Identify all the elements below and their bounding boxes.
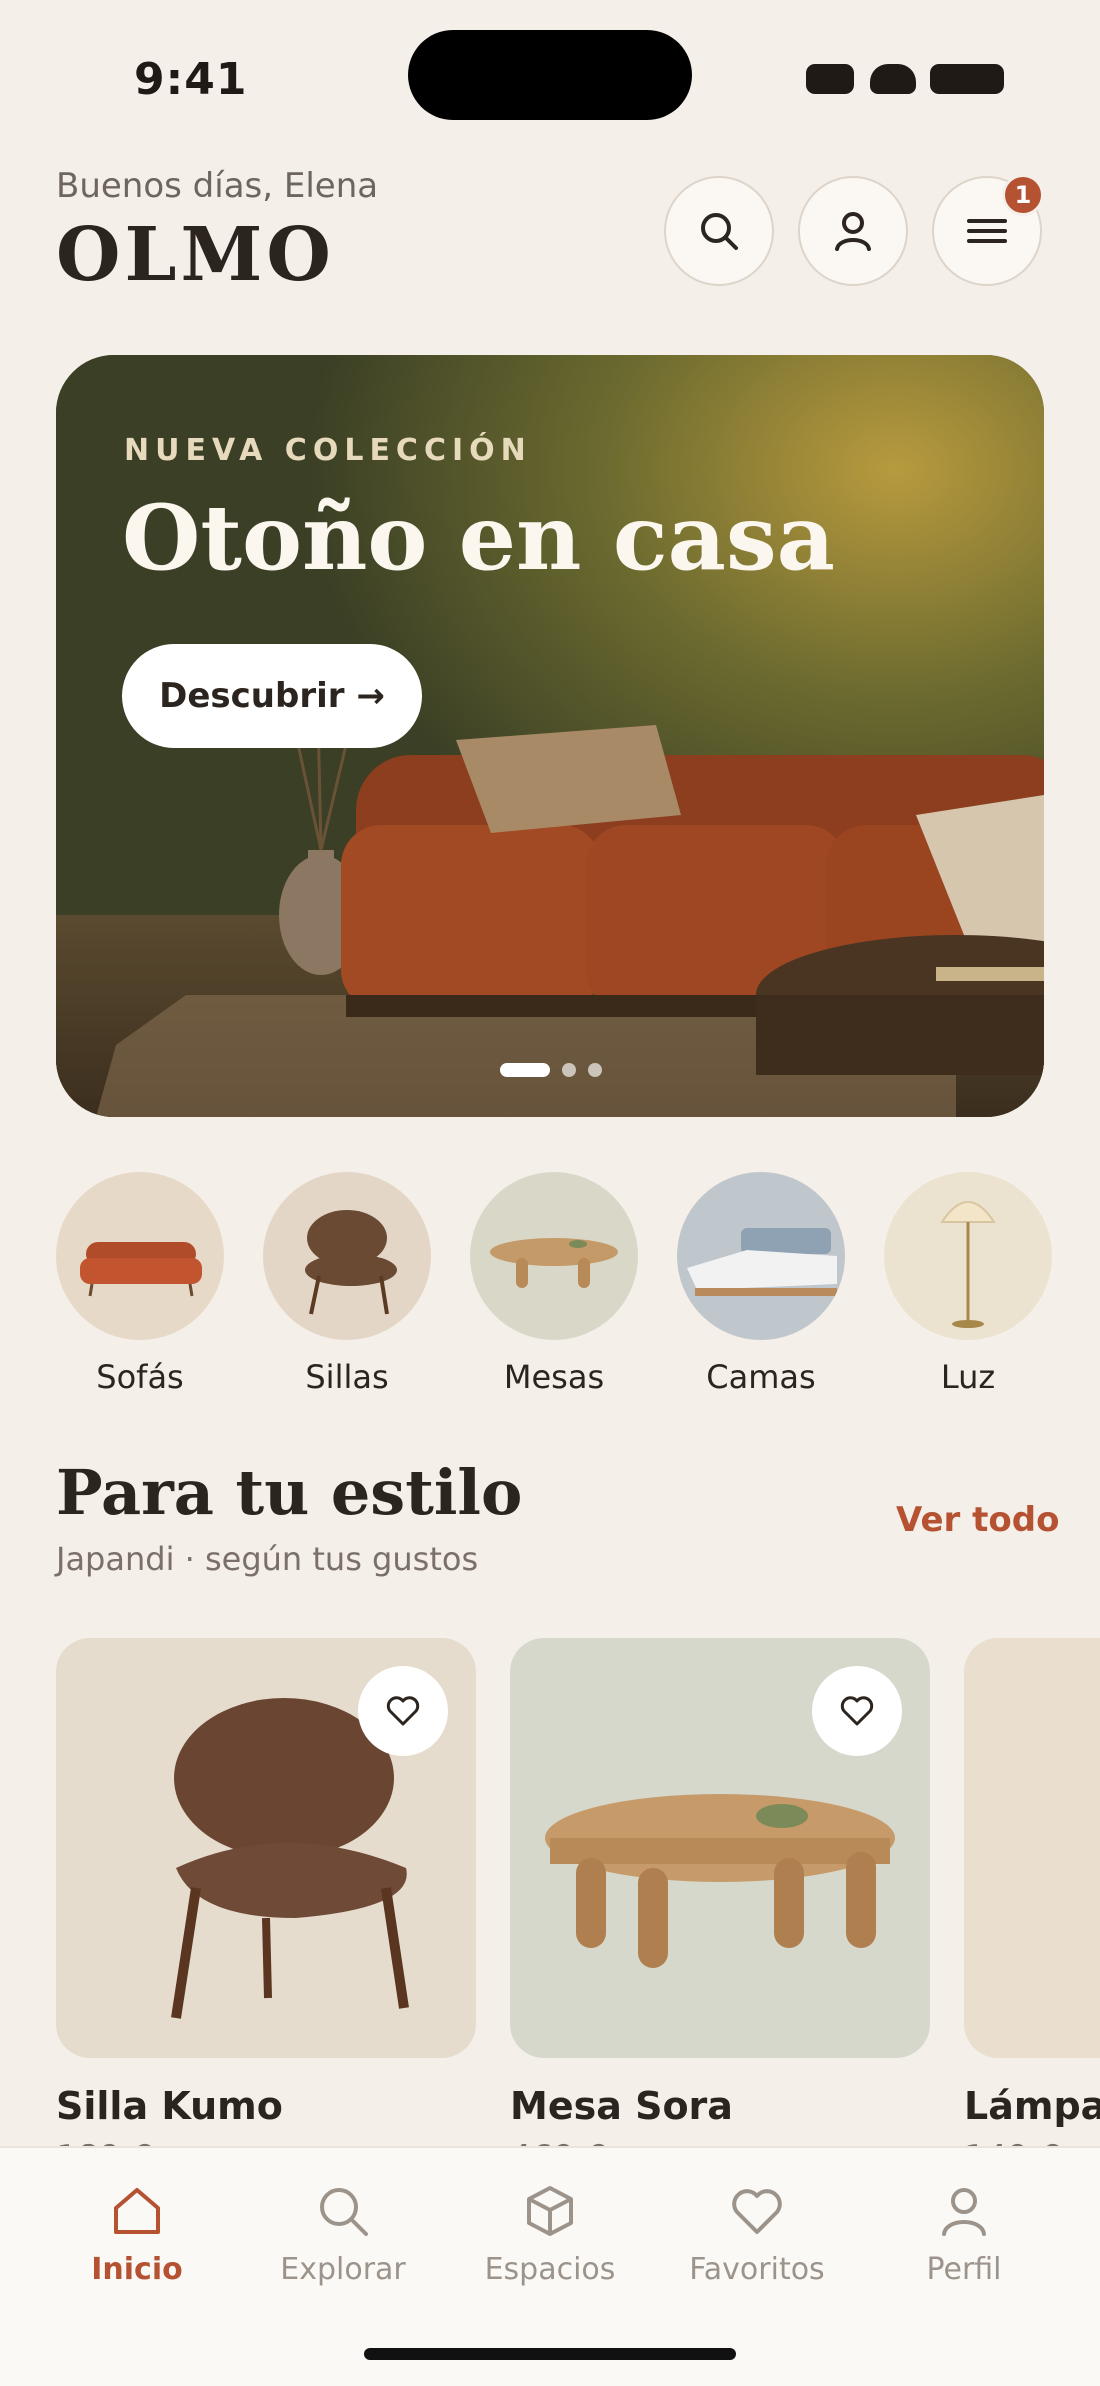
discover-button[interactable]: Descubrir → bbox=[122, 644, 422, 748]
notification-badge: 1 bbox=[1002, 174, 1044, 216]
nav-tab-profile[interactable]: Perfil bbox=[869, 2182, 1059, 2287]
category-label: Sofás bbox=[96, 1358, 184, 1396]
product-name: Mesa Sora bbox=[510, 2084, 733, 2128]
category-chairs[interactable]: Sillas bbox=[263, 1172, 431, 1396]
view-all-link[interactable]: Ver todo bbox=[896, 1500, 1059, 1540]
nav-label: Inicio bbox=[91, 2252, 183, 2287]
heart-icon bbox=[840, 1696, 874, 1726]
nav-tab-explore[interactable]: Explorar bbox=[248, 2182, 438, 2287]
product-image bbox=[964, 1638, 1100, 2058]
nav-label: Espacios bbox=[484, 2252, 616, 2287]
status-bar: 9:41 bbox=[0, 0, 1100, 150]
category-label: Luz bbox=[940, 1358, 996, 1396]
nav-label: Perfil bbox=[926, 2252, 1002, 2287]
search-icon bbox=[701, 213, 738, 250]
nav-tab-home[interactable]: Inicio bbox=[42, 2182, 232, 2287]
favorite-button[interactable] bbox=[358, 1666, 448, 1756]
nav-label: Favoritos bbox=[689, 2252, 825, 2287]
status-time: 9:41 bbox=[134, 54, 248, 105]
carousel-dot[interactable] bbox=[500, 1063, 550, 1077]
product-image bbox=[510, 1638, 930, 2058]
category-label: Camas bbox=[706, 1358, 816, 1396]
hero-banner[interactable]: NUEVA COLECCIÓN Otoño en casa Descubrir … bbox=[56, 355, 1044, 1117]
search-icon bbox=[320, 2188, 368, 2236]
home-icon bbox=[114, 2188, 160, 2234]
dynamic-island bbox=[408, 30, 692, 120]
signal-icon bbox=[806, 64, 854, 94]
category-tables[interactable]: Mesas bbox=[470, 1172, 638, 1396]
category-lighting[interactable]: Luz bbox=[884, 1172, 1052, 1396]
user-icon bbox=[835, 212, 871, 251]
category-label: Sillas bbox=[305, 1358, 389, 1396]
category-beds[interactable]: Camas bbox=[677, 1172, 845, 1396]
wifi-icon bbox=[870, 64, 916, 94]
search-button[interactable] bbox=[664, 176, 774, 286]
lamp-thumbnail bbox=[884, 1172, 1052, 1340]
carousel-indicator[interactable] bbox=[500, 1063, 602, 1077]
chair-thumbnail bbox=[263, 1172, 431, 1340]
hero-eyebrow: NUEVA COLECCIÓN bbox=[124, 433, 532, 468]
user-icon bbox=[942, 2188, 986, 2236]
bed-thumbnail bbox=[677, 1172, 845, 1340]
product-card[interactable]: Lámpara 149 € bbox=[964, 1638, 1100, 2178]
battery-icon bbox=[930, 64, 1004, 94]
greeting: Buenos días, Elena bbox=[56, 166, 379, 206]
heart-icon bbox=[732, 2189, 782, 2234]
account-button[interactable] bbox=[798, 176, 908, 286]
category-label: Mesas bbox=[503, 1358, 605, 1396]
nav-tab-spaces[interactable]: Espacios bbox=[455, 2182, 645, 2287]
favorite-button[interactable] bbox=[812, 1666, 902, 1756]
hero-title: Otoño en casa bbox=[122, 485, 835, 591]
carousel-dot[interactable] bbox=[588, 1063, 602, 1077]
sofa-thumbnail bbox=[56, 1172, 224, 1340]
menu-icon bbox=[967, 219, 1007, 243]
brand-logo: OLMO bbox=[56, 212, 335, 298]
carousel-dot[interactable] bbox=[562, 1063, 576, 1077]
product-card[interactable]: Mesa Sora 469 € bbox=[510, 1638, 930, 2178]
nav-label: Explorar bbox=[280, 2252, 406, 2287]
cube-icon bbox=[527, 2186, 573, 2236]
category-sofas[interactable]: Sofás bbox=[56, 1172, 224, 1396]
section-subtitle: Japandi · según tus gustos bbox=[56, 1540, 479, 1578]
table-thumbnail bbox=[470, 1172, 638, 1340]
heart-icon bbox=[386, 1696, 420, 1726]
product-name: Lámpara bbox=[964, 2084, 1100, 2128]
product-image bbox=[56, 1638, 476, 2058]
product-name: Silla Kumo bbox=[56, 2084, 283, 2128]
product-card[interactable]: Silla Kumo 189 € bbox=[56, 1638, 476, 2178]
home-indicator[interactable] bbox=[364, 2348, 736, 2360]
nav-tab-favorites[interactable]: Favoritos bbox=[662, 2182, 852, 2287]
section-title: Para tu estilo bbox=[56, 1456, 523, 1529]
